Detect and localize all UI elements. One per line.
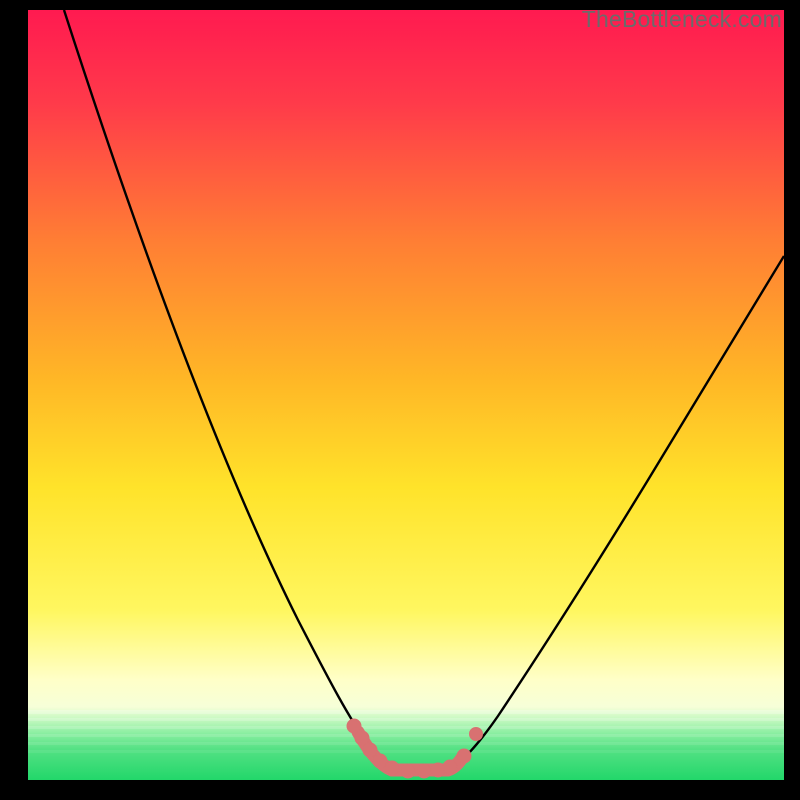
chart-svg [28, 10, 784, 780]
chart-stage: TheBottleneck.com [0, 0, 800, 800]
plot-area [28, 10, 784, 780]
gradient-background [28, 10, 784, 780]
